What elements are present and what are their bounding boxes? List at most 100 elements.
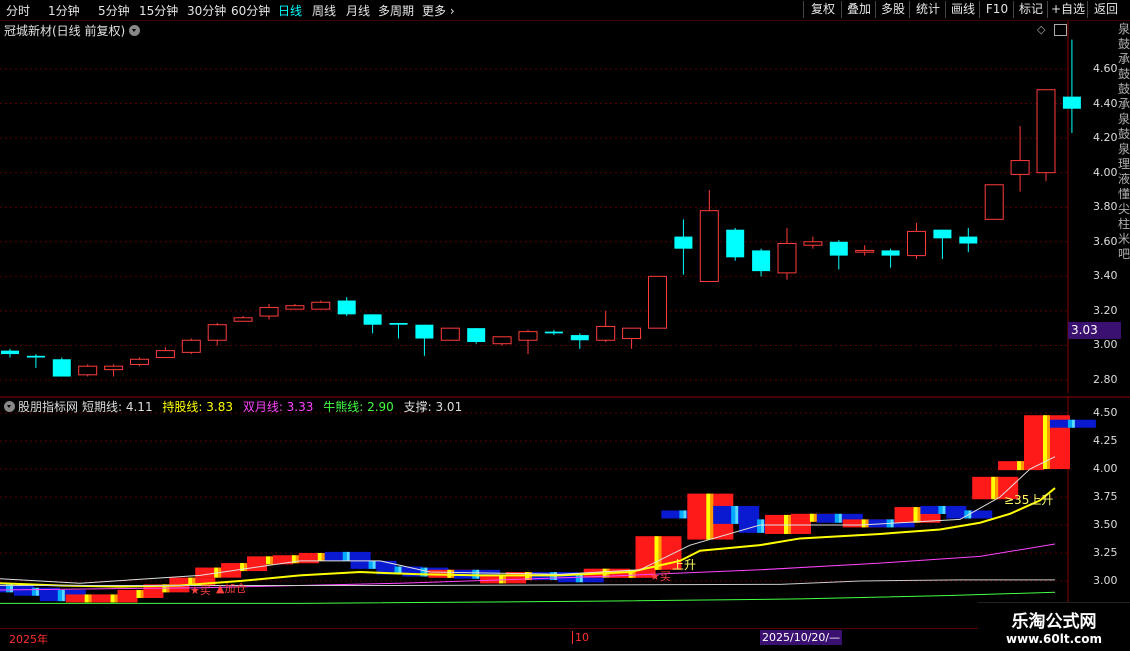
candle-body	[829, 241, 848, 256]
signal-block-core	[913, 507, 918, 523]
candle-body	[674, 236, 693, 249]
watermark-url: www.60lt.com	[1005, 632, 1103, 646]
tab-multi-period[interactable]: 多周期	[378, 2, 414, 19]
candle-body	[1036, 89, 1056, 174]
signal-block-core	[368, 560, 373, 569]
hold-line	[0, 487, 1056, 588]
signal-block-edge	[114, 594, 118, 603]
signal-block-edge	[710, 493, 714, 540]
two-month-line-value: 3.33	[286, 400, 314, 414]
short-line-label: 短期线:	[82, 400, 126, 414]
price-tick-label: 3.20	[1093, 303, 1118, 317]
candle-body	[959, 236, 978, 244]
signal-block-edge	[917, 507, 921, 523]
candlestick-chart[interactable]	[0, 21, 1130, 393]
signal-block-edge	[1021, 461, 1025, 471]
multi-stock-button[interactable]: 多股	[875, 1, 910, 18]
indicator-tick-label: 3.50	[1093, 518, 1118, 531]
signal-block-core	[342, 551, 347, 561]
candle-body	[1, 350, 19, 355]
signal-block-core	[57, 589, 62, 602]
signal-block-edge	[372, 560, 376, 569]
tab-daily[interactable]: 日线	[278, 2, 302, 19]
hold-line-value: 3.83	[206, 400, 233, 414]
two-month-line-label: 双月线:	[242, 400, 287, 414]
buy-signal-1: ★买	[190, 584, 211, 597]
candle-body	[1010, 160, 1030, 175]
tab-5min[interactable]: 5分钟	[98, 2, 130, 19]
candle-body	[181, 339, 201, 353]
indicator-dropdown-icon[interactable]	[4, 401, 15, 412]
candle-body	[752, 250, 771, 272]
draw-line-button[interactable]: 画线	[945, 1, 980, 18]
stock-title: 冠城新材(日线 前复权)	[4, 22, 141, 39]
candle-body	[907, 230, 926, 257]
rise-signal-1: 上升	[672, 558, 697, 572]
signal-block-core	[731, 505, 736, 524]
date-cursor-badge: 2025/10/20/—	[760, 630, 842, 645]
tab-30min[interactable]: 30分钟	[187, 2, 226, 19]
tab-15min[interactable]: 15分钟	[139, 2, 178, 19]
short-line-value: 4.11	[125, 400, 153, 414]
overlay-button[interactable]: 叠加	[841, 1, 876, 18]
signal-block-edge	[735, 505, 739, 524]
signal-block-edge	[140, 589, 144, 598]
candle-body	[155, 350, 175, 359]
tab-monthly[interactable]: 月线	[346, 2, 370, 19]
signal-block-edge	[61, 589, 65, 602]
adjust-button[interactable]: 复权	[803, 1, 842, 18]
signal-block-core	[84, 594, 89, 603]
indicator-chart[interactable]	[0, 396, 1130, 628]
hold-line-label: 持股线:	[162, 400, 207, 414]
indicator-tick-label: 4.25	[1093, 434, 1118, 447]
indicator-header: 股朋指标网	[4, 398, 78, 415]
tab-timeshare[interactable]: 分时	[6, 2, 30, 19]
dropdown-circle-icon[interactable]	[129, 25, 141, 36]
panel-toggle-icon[interactable]	[1054, 24, 1067, 36]
tab-60min[interactable]: 60分钟	[231, 2, 270, 19]
bull-bear-line-label: 牛熊线:	[323, 400, 368, 414]
candle-body	[337, 300, 356, 315]
signal-block-core	[784, 514, 788, 534]
candle-body	[467, 328, 486, 342]
price-tick-label: 3.40	[1093, 269, 1118, 283]
signal-block-core	[861, 519, 866, 528]
candle-body	[933, 229, 952, 239]
signal-block-edge	[35, 587, 39, 596]
diamond-icon[interactable]: ◇	[1037, 23, 1045, 36]
signal-block-edge	[995, 476, 999, 500]
candle-body	[622, 327, 642, 340]
candle-body	[777, 243, 797, 274]
candle-body	[363, 314, 382, 325]
chevron-right-icon: ›	[446, 4, 455, 18]
signal-block-edge	[451, 569, 455, 578]
candle-body	[26, 355, 45, 358]
rise-signal-2: ≥35上升	[1004, 493, 1054, 507]
tab-weekly[interactable]: 周线	[312, 2, 336, 19]
price-tick-label: 4.20	[1093, 131, 1118, 145]
right-info-strip: 泉鼓承鼓鼓承泉鼓泉理液懂尖柱米吧	[1118, 22, 1130, 261]
statistics-button[interactable]: 统计	[909, 1, 946, 18]
signal-block-core	[1017, 461, 1022, 471]
two-month-line	[0, 543, 1056, 591]
candle-body	[596, 325, 616, 341]
tab-more[interactable]: 更多 ›	[422, 2, 455, 19]
signal-block-edge	[579, 574, 583, 583]
candle-body	[1062, 96, 1081, 109]
watermark: 乐淘公式网 www.60lt.com	[978, 602, 1130, 651]
signal-block-core	[809, 513, 814, 522]
tab-1min[interactable]: 1分钟	[48, 2, 80, 19]
signal-block-core	[679, 510, 684, 519]
signal-block-edge	[295, 555, 299, 564]
candle-body	[78, 365, 98, 376]
f10-button[interactable]: F10	[979, 1, 1014, 18]
candle-body	[207, 324, 227, 341]
support-value: 3.01	[435, 400, 463, 414]
candle-body	[415, 324, 434, 339]
signal-block-edge	[88, 594, 92, 603]
back-button[interactable]: 返回	[1087, 1, 1124, 18]
add-watchlist-button[interactable]: +自选	[1047, 1, 1088, 18]
signal-block-edge	[321, 553, 325, 561]
mark-button[interactable]: 标记	[1013, 1, 1048, 18]
bull-bear-line-value: 2.90	[367, 400, 394, 414]
